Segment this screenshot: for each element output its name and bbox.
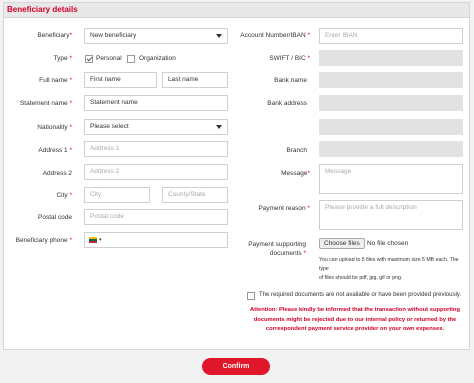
payment-documents-label: Payment supporting documents * <box>248 241 306 257</box>
message-textarea[interactable]: Message <box>319 164 463 194</box>
chevron-down-icon <box>216 34 222 38</box>
choose-files-button[interactable]: Choose files <box>319 238 365 249</box>
documents-unavailable-text: The required documents are not available… <box>259 292 462 298</box>
chevron-down-icon: ▾ <box>99 237 102 243</box>
bank-address-input-2[interactable] <box>319 119 463 135</box>
first-name-input[interactable]: First name <box>84 72 157 88</box>
lithuania-flag-icon <box>89 237 97 243</box>
attention-notice: Attention: Please kindly be informed tha… <box>250 307 460 332</box>
payment-reason-textarea[interactable]: Please provide a full description <box>319 200 463 230</box>
postal-code-input[interactable]: Postal code <box>84 209 228 225</box>
statement-name-label: Statement name * <box>19 100 72 107</box>
beneficiary-select[interactable]: New beneficiary <box>84 28 228 44</box>
nationality-select[interactable]: Please select <box>84 119 228 135</box>
swift-bic-input[interactable] <box>319 50 463 66</box>
fullname-label: Full name * <box>39 77 72 84</box>
address2-label: Address 2 <box>42 170 72 177</box>
last-name-input[interactable]: Last name <box>162 72 228 88</box>
type-label: Type * <box>53 55 72 62</box>
address1-label: Address 1 * <box>38 147 72 154</box>
branch-label: Branch <box>286 147 307 154</box>
chevron-down-icon <box>216 125 222 129</box>
confirm-button[interactable]: Confirm <box>202 358 270 375</box>
iban-input[interactable]: Enter IBAN <box>319 28 463 44</box>
branch-input[interactable] <box>319 141 463 157</box>
bank-address-input[interactable] <box>319 95 463 111</box>
no-file-text: No file chosen <box>367 240 409 247</box>
panel-header: Beneficiary details <box>4 3 469 18</box>
payment-reason-label: Payment reason * <box>258 205 310 212</box>
personal-checkbox[interactable] <box>85 55 93 63</box>
upload-note: You can upload to 5 files with maximum s… <box>319 257 459 281</box>
organization-label: Organization <box>139 55 176 62</box>
nationality-label: Nationality * <box>37 124 72 131</box>
city-input[interactable]: City <box>84 187 150 203</box>
beneficiary-label: Beneficiary* <box>37 32 72 39</box>
statement-name-input[interactable]: Statement name <box>84 95 228 111</box>
account-iban-label: Account Number/IBAN * <box>240 32 310 39</box>
county-state-input[interactable]: County/State <box>162 187 228 203</box>
panel-title: Beneficiary details <box>7 5 78 14</box>
beneficiary-phone-label: Beneficiary phone * <box>15 237 72 244</box>
postal-code-label: Postal code <box>38 214 72 221</box>
swift-bic-label: SWIFT / BIC * <box>269 55 310 62</box>
city-label: City * <box>56 192 72 199</box>
bank-name-input[interactable] <box>319 72 463 88</box>
message-label: Message* <box>281 170 310 177</box>
documents-unavailable-checkbox[interactable] <box>247 292 255 300</box>
organization-checkbox[interactable] <box>127 55 135 63</box>
address1-input[interactable]: Address 1 <box>84 141 228 157</box>
bank-name-label: Bank name <box>274 77 307 84</box>
personal-label: Personal <box>96 55 122 62</box>
address2-input[interactable]: Address 2 <box>84 164 228 180</box>
phone-input[interactable]: ▾ <box>84 232 228 248</box>
bank-address-label: Bank address <box>267 100 307 107</box>
